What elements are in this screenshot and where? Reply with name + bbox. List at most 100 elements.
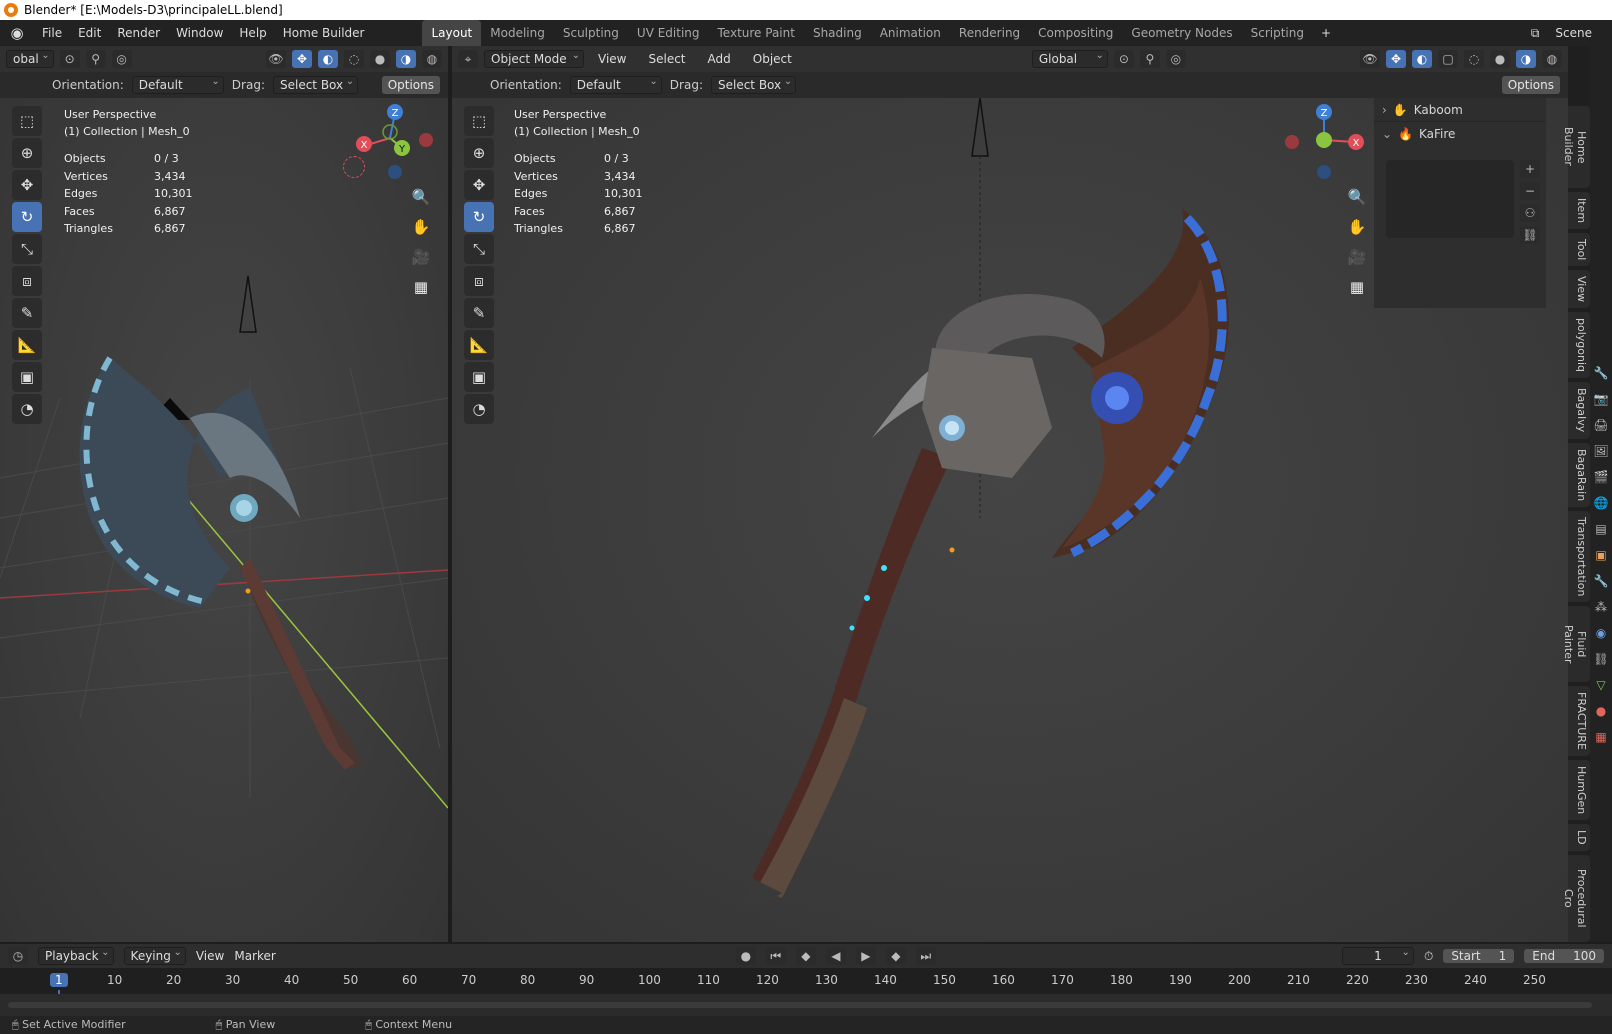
overlay-toggle-icon[interactable]: ◐ <box>318 50 338 68</box>
right-nav-gizmo[interactable]: Z X <box>1274 98 1374 198</box>
world-props-icon[interactable]: 🌐 <box>1594 496 1609 510</box>
cursor-tool-icon[interactable]: ⊕ <box>464 138 494 168</box>
left-viewport-canvas[interactable]: ⬚ ⊕ ✥ ↻ ⤡ ⧈ ✎ 📐 ▣ ◔ User Perspective (1)… <box>0 98 448 942</box>
menu-select[interactable]: Select <box>640 46 693 72</box>
measure-tool-icon[interactable]: 📐 <box>464 330 494 360</box>
tab-tool[interactable]: Tool <box>1568 232 1590 267</box>
tab-item[interactable]: Item <box>1568 191 1590 229</box>
add-cube-tool-icon[interactable]: ▣ <box>464 362 494 392</box>
end-frame-field[interactable]: End 100 <box>1524 949 1604 963</box>
shading-tool-icon[interactable]: ◔ <box>464 394 494 424</box>
data-props-icon[interactable]: ▽ <box>1596 678 1605 692</box>
jump-end-icon[interactable]: ⏭ <box>915 947 936 965</box>
tab-procedural[interactable]: Procedural Cro <box>1562 854 1590 942</box>
visibility-icon[interactable]: 👁 <box>1360 50 1380 68</box>
panel-kaboom[interactable]: › ✋ Kaboom <box>1374 98 1546 122</box>
tool-props-icon[interactable]: 🔧 <box>1594 366 1609 380</box>
zoom-icon[interactable]: 🔍 <box>1344 184 1370 210</box>
overlay-toggle-icon[interactable]: ◐ <box>1412 50 1432 68</box>
pan-hand-icon[interactable]: ✋ <box>408 214 434 240</box>
rotate-tool-icon[interactable]: ↻ <box>464 202 494 232</box>
group-icon[interactable]: ⚇ <box>1520 204 1540 222</box>
output-props-icon[interactable]: 🖨 <box>1593 418 1608 432</box>
editor-type-icon[interactable]: ◷ <box>8 947 28 965</box>
prev-keyframe-icon[interactable]: ◆ <box>795 947 816 965</box>
tab-uv-editing[interactable]: UV Editing <box>628 20 709 46</box>
measure-tool-icon[interactable]: 📐 <box>12 330 42 360</box>
rotate-tool-icon[interactable]: ↻ <box>12 202 42 232</box>
grid-toggle-icon[interactable]: ▦ <box>1344 274 1370 300</box>
tab-animation[interactable]: Animation <box>871 20 950 46</box>
move-tool-icon[interactable]: ✥ <box>464 170 494 200</box>
scene-name[interactable]: Scene <box>1547 20 1612 46</box>
gizmo-toggle-icon[interactable]: ✥ <box>292 50 312 68</box>
render-shading-icon[interactable]: ◍ <box>422 50 442 68</box>
tab-geometry-nodes[interactable]: Geometry Nodes <box>1122 20 1241 46</box>
render-props-icon[interactable]: 📷 <box>1594 392 1609 406</box>
material-shading-icon[interactable]: ◑ <box>396 50 416 68</box>
modifier-props-icon[interactable]: 🔧 <box>1594 574 1609 588</box>
transform-orientation-dropdown[interactable]: Global <box>1031 48 1108 68</box>
tab-fracture[interactable]: FRACTURE <box>1568 686 1590 756</box>
menu-file[interactable]: File <box>34 20 70 46</box>
select-box-tool-icon[interactable]: ⬚ <box>12 106 42 136</box>
orientation-dropdown[interactable]: Default <box>131 74 224 94</box>
add-item-icon[interactable]: + <box>1520 160 1540 178</box>
menu-add[interactable]: Add <box>700 46 739 72</box>
annotate-tool-icon[interactable]: ✎ <box>12 298 42 328</box>
tab-rendering[interactable]: Rendering <box>950 20 1029 46</box>
next-keyframe-icon[interactable]: ◆ <box>885 947 906 965</box>
current-frame-field[interactable]: 1 <box>1341 945 1414 965</box>
zoom-icon[interactable]: 🔍 <box>408 184 434 210</box>
link-icon[interactable]: ⛓ <box>1520 226 1540 244</box>
gizmo-toggle-icon[interactable]: ✥ <box>1386 50 1406 68</box>
view-layer-icon[interactable]: 🖼 <box>1593 444 1608 458</box>
menu-edit[interactable]: Edit <box>70 20 109 46</box>
physics-props-icon[interactable]: ◉ <box>1596 626 1606 640</box>
particles-props-icon[interactable]: ⁂ <box>1595 600 1607 614</box>
stopwatch-icon[interactable]: ⏱ <box>1424 949 1433 964</box>
add-cube-tool-icon[interactable]: ▣ <box>12 362 42 392</box>
tab-fluid-painter[interactable]: Fluid Painter <box>1562 606 1590 682</box>
render-shading-icon[interactable]: ◍ <box>1542 50 1562 68</box>
tab-bagaivy[interactable]: BagaIvy <box>1568 382 1590 439</box>
texture-props-icon[interactable]: ▦ <box>1595 730 1606 744</box>
constraints-props-icon[interactable]: ⛓ <box>1593 652 1608 666</box>
menu-help[interactable]: Help <box>231 20 274 46</box>
menu-window[interactable]: Window <box>168 20 231 46</box>
orientation-dropdown[interactable]: Default <box>569 74 662 94</box>
start-frame-field[interactable]: Start 1 <box>1443 949 1515 963</box>
wireframe-shading-icon[interactable]: ◌ <box>1464 50 1484 68</box>
select-box-tool-icon[interactable]: ⬚ <box>464 106 494 136</box>
tab-transportation[interactable]: Transportation <box>1568 510 1590 603</box>
tab-view[interactable]: View <box>1568 270 1590 309</box>
tab-humgen[interactable]: HumGen <box>1568 759 1590 821</box>
menu-render[interactable]: Render <box>109 20 168 46</box>
options-button[interactable]: Options <box>381 76 440 94</box>
scene-props-icon[interactable]: 🎬 <box>1594 470 1609 484</box>
visibility-icon[interactable]: 👁 <box>266 50 286 68</box>
camera-view-icon[interactable]: 🎥 <box>1344 244 1370 270</box>
cursor-tool-icon[interactable]: ⊕ <box>12 138 42 168</box>
timeline-track[interactable] <box>0 994 1612 1016</box>
object-props-icon[interactable]: ▣ <box>1595 548 1606 562</box>
editor-type-icon[interactable]: ⌖ <box>458 50 478 68</box>
frame-ruler[interactable]: 1 10 20 30 40 50 60 70 80 90 100 110 120 130 140 150 160… <box>0 968 1612 1016</box>
solid-shading-icon[interactable]: ● <box>1490 50 1510 68</box>
add-workspace-icon[interactable]: + <box>1313 20 1339 46</box>
pivot-icon[interactable]: ⊙ <box>59 50 80 68</box>
tab-layout[interactable]: Layout <box>422 20 482 46</box>
xray-icon[interactable]: ▢ <box>1438 50 1458 68</box>
tab-polygoniq[interactable]: polygoniq <box>1568 312 1590 379</box>
camera-view-icon[interactable]: 🎥 <box>408 244 434 270</box>
jump-start-icon[interactable]: ⏮ <box>765 947 786 965</box>
transform-tool-icon[interactable]: ⧈ <box>464 266 494 296</box>
tab-bagarain[interactable]: BagaRain <box>1568 442 1590 507</box>
snap-icon[interactable]: ⚲ <box>1139 50 1160 68</box>
remove-item-icon[interactable]: − <box>1520 182 1540 200</box>
tab-sculpting[interactable]: Sculpting <box>554 20 628 46</box>
options-button[interactable]: Options <box>1501 76 1560 94</box>
menu-view[interactable]: View <box>590 46 634 72</box>
shading-tool-icon[interactable]: ◔ <box>12 394 42 424</box>
transform-tool-icon[interactable]: ⧈ <box>12 266 42 296</box>
